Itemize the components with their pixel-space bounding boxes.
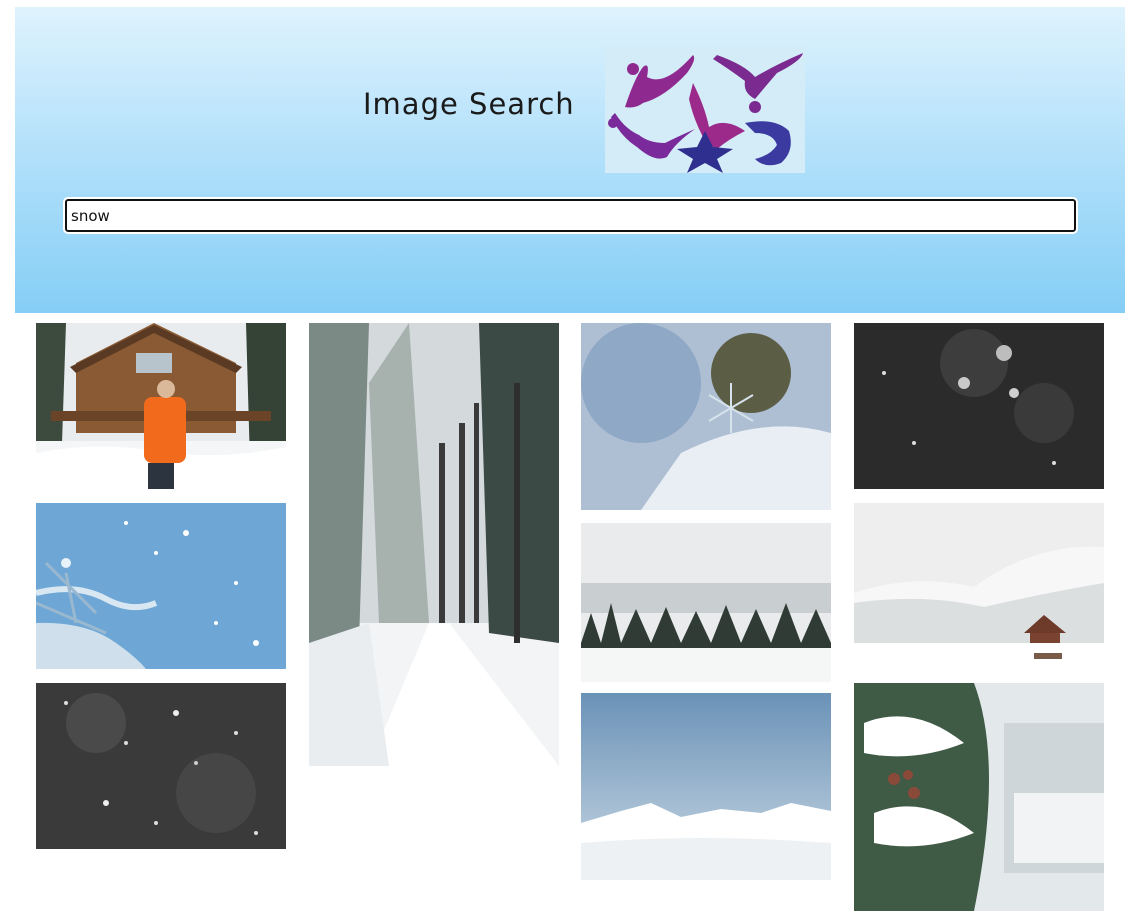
page-title: Image Search bbox=[363, 87, 575, 121]
image-misty-pine-forest-lake[interactable] bbox=[581, 523, 831, 682]
image-snowy-mountains-blue-sky[interactable] bbox=[581, 693, 831, 880]
image-dark-forest-snowfall[interactable] bbox=[854, 323, 1104, 489]
image-dark-bokeh-snowfall[interactable] bbox=[36, 683, 286, 849]
image-snowy-pine-branch-cabin[interactable] bbox=[854, 683, 1104, 911]
image-snowflake-macro[interactable] bbox=[581, 323, 831, 510]
header-banner: Image Search bbox=[15, 7, 1125, 313]
dancers-logo bbox=[605, 47, 805, 173]
image-cabin-woman-orange-jacket[interactable] bbox=[36, 323, 286, 489]
image-snowy-hills-cabin[interactable] bbox=[854, 503, 1104, 669]
image-snowy-forest-road[interactable] bbox=[309, 323, 559, 766]
image-blue-sky-snowfall-branch[interactable] bbox=[36, 503, 286, 669]
search-input[interactable] bbox=[63, 197, 1078, 234]
